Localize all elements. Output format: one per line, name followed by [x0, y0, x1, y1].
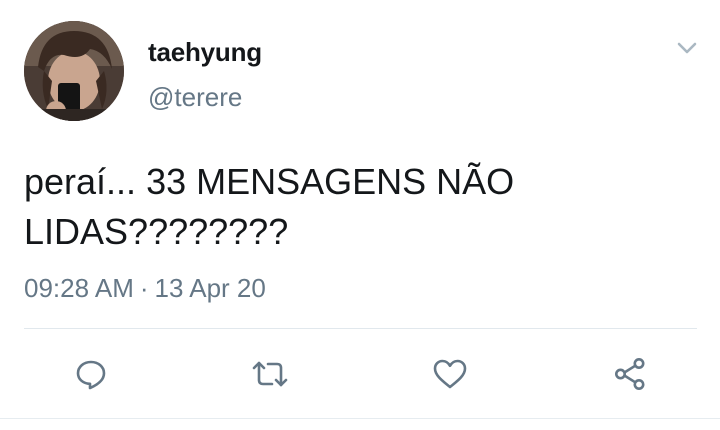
reply-icon: [76, 360, 106, 390]
tweet-meta: 09:28 AM · 13 Apr 20: [24, 273, 266, 304]
like-button[interactable]: [430, 354, 470, 394]
display-name[interactable]: taehyung: [148, 37, 262, 68]
meta-separator: ·: [139, 273, 149, 303]
bottom-divider: [0, 418, 720, 419]
chevron-down-icon[interactable]: [674, 38, 700, 58]
avatar[interactable]: [24, 21, 124, 121]
tweet-text: peraí... 33 MENSAGENS NÃO LIDAS????????: [24, 161, 515, 252]
tweet-date[interactable]: 13 Apr 20: [155, 273, 266, 303]
tweet-time[interactable]: 09:28 AM: [24, 273, 134, 303]
reply-button[interactable]: [71, 354, 111, 394]
divider: [24, 328, 697, 329]
tweet-card: taehyung @terere peraí... 33 MENSAGENS N…: [0, 0, 720, 430]
retweet-icon: [252, 361, 288, 387]
heart-icon: [433, 359, 467, 389]
share-icon: [615, 358, 645, 390]
retweet-button[interactable]: [250, 354, 290, 394]
avatar-image: [24, 21, 124, 121]
share-button[interactable]: [610, 354, 650, 394]
user-handle[interactable]: @terere: [148, 82, 242, 113]
